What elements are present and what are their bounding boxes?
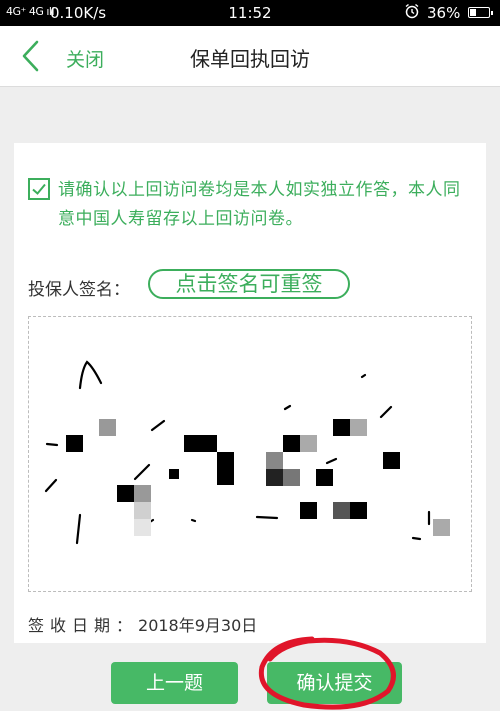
signature-row: 投保人签名： 点击签名可重签 [28,269,474,305]
previous-question-button[interactable]: 上一题 [111,662,238,704]
clock: 11:52 [228,4,272,22]
checkmark-icon [32,183,46,195]
signature-pad[interactable] [28,316,472,592]
alarm-icon [405,3,419,19]
status-bar: 4G⁺ 4G ıll 0.10K/s 11:52 36% [0,0,500,26]
sign-date-label: 签收日期： [28,616,139,635]
signature-drawing [44,360,450,545]
resign-button[interactable]: 点击签名可重签 [148,269,350,299]
battery-percent: 36% [427,4,461,22]
consent-text: 请确认以上回访问卷均是本人如实独立作答，本人同意中国人寿留存以上回访问卷。 [58,180,461,229]
consent-checkbox[interactable] [28,178,50,200]
nav-bar: 关闭 保单回执回访 [0,26,500,87]
signature-label: 投保人签名： [28,280,130,300]
confirm-submit-button[interactable]: 确认提交 [267,662,402,704]
sign-date-value: 2018年9月30日 [138,616,258,635]
page-title: 保单回执回访 [190,47,310,71]
battery-level [470,9,476,16]
sign-date-row: 签收日期：2018年9月30日 [28,612,257,636]
battery-icon [468,7,493,18]
receipt-card: 请确认以上回访问卷均是本人如实独立作答，本人同意中国人寿留存以上回访问卷。 投保… [14,143,486,643]
